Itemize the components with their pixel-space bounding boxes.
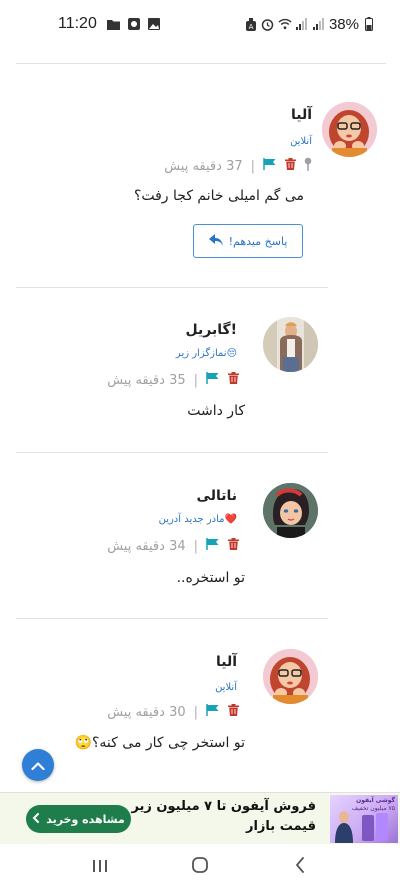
comment-time: 30 دقیقه پیش: [107, 704, 186, 720]
reply-icon: [208, 233, 223, 249]
ad-banner[interactable]: مشاهده وخرید فروش آیفون تا ۷ میلیون زیر …: [0, 792, 400, 844]
avatar[interactable]: [263, 317, 318, 372]
meta-separator: |: [193, 372, 198, 388]
comment-author-status: نمازگزار زیر😔: [175, 348, 237, 359]
trash-icon[interactable]: [228, 704, 239, 720]
comment-text: می گم امیلی خانم کجا رفت؟: [133, 188, 304, 204]
reply-button[interactable]: پاسخ میدهم!: [193, 224, 303, 258]
gallery-icon: [147, 17, 161, 31]
flag-icon[interactable]: [206, 704, 220, 720]
comment-meta: 30 دقیقه پیش |: [107, 704, 239, 720]
pin-icon[interactable]: [304, 157, 312, 175]
back-icon: [295, 857, 305, 877]
comment-time: 35 دقیقه پیش: [107, 372, 186, 388]
comment-author[interactable]: ناتالی: [197, 488, 237, 504]
avatar[interactable]: [263, 483, 318, 538]
avatar[interactable]: [322, 102, 377, 157]
ad-title: فروش آیفون تا ۷ میلیون زیر: [131, 799, 316, 814]
ad-subtitle: قیمت بازار: [245, 819, 316, 834]
top-divider: [16, 63, 386, 64]
status-left: 11:20: [58, 15, 161, 33]
comment-meta: 37 دقیقه پیش |: [164, 157, 312, 175]
wifi-icon: [278, 17, 292, 31]
status-right: A 38%: [244, 16, 376, 33]
alarm-icon: A: [244, 17, 258, 31]
system-nav-bar: [0, 845, 400, 889]
trash-icon[interactable]: [228, 372, 239, 388]
home-button[interactable]: [185, 852, 215, 882]
ad-cta-button[interactable]: مشاهده وخرید: [26, 805, 131, 833]
chevron-left-icon: [32, 812, 40, 826]
battery-icon: [362, 17, 376, 31]
comment-divider: [16, 287, 328, 288]
recents-button[interactable]: [85, 852, 115, 882]
ad-cta-label: مشاهده وخرید: [46, 812, 125, 826]
home-icon: [191, 856, 209, 878]
ad-image: گوشی آیفون ۷۵ میلیون تخفیف: [330, 795, 398, 843]
comment-author[interactable]: آلیا: [216, 654, 237, 670]
back-button[interactable]: [285, 852, 315, 882]
signal-icon: [312, 17, 326, 31]
meta-separator: |: [250, 158, 255, 174]
scroll-top-button[interactable]: [22, 749, 54, 781]
comment-text: کار داشت: [187, 403, 245, 419]
comment-meta: 34 دقیقه پیش |: [107, 538, 239, 554]
comment-text: تو استخر چی کار می کنه؟🙄: [74, 735, 245, 751]
comment-author-status: آنلاین: [290, 136, 312, 147]
svg-text:A: A: [249, 23, 254, 31]
recents-icon: [92, 858, 108, 877]
meta-separator: |: [193, 704, 198, 720]
flag-icon[interactable]: [206, 372, 220, 388]
comment-divider: [16, 452, 328, 453]
record-icon: [127, 17, 141, 31]
status-bar: 11:20 A 38%: [0, 0, 400, 48]
comment-time: 37 دقیقه پیش: [164, 158, 243, 174]
avatar[interactable]: [263, 649, 318, 704]
comment-author[interactable]: گابریل!: [185, 322, 237, 338]
comment-author-status: آنلاین: [215, 682, 237, 693]
battery-percent: 38%: [328, 15, 359, 33]
flag-icon[interactable]: [263, 158, 277, 174]
chevron-up-icon: [31, 756, 45, 775]
folder-icon: [107, 17, 121, 31]
comment-time: 34 دقیقه پیش: [107, 538, 186, 554]
status-time: 11:20: [58, 15, 97, 32]
clock-icon: [261, 17, 275, 31]
comment-author[interactable]: آلیا: [291, 107, 312, 123]
signal-icon: [295, 17, 309, 31]
trash-icon[interactable]: [228, 538, 239, 554]
comment-author-status: مادر جدید آدرین❤️: [158, 514, 237, 525]
comment-meta: 35 دقیقه پیش |: [107, 372, 239, 388]
page: 11:20 A 38% آلیا آنلاین 37 دقیقه پیش | م…: [0, 0, 400, 889]
flag-icon[interactable]: [206, 538, 220, 554]
reply-button-label: پاسخ میدهم!: [228, 234, 288, 248]
comment-divider: [16, 618, 328, 619]
meta-separator: |: [193, 538, 198, 554]
trash-icon[interactable]: [285, 158, 296, 174]
comment-text: تو استخره..: [176, 570, 245, 586]
